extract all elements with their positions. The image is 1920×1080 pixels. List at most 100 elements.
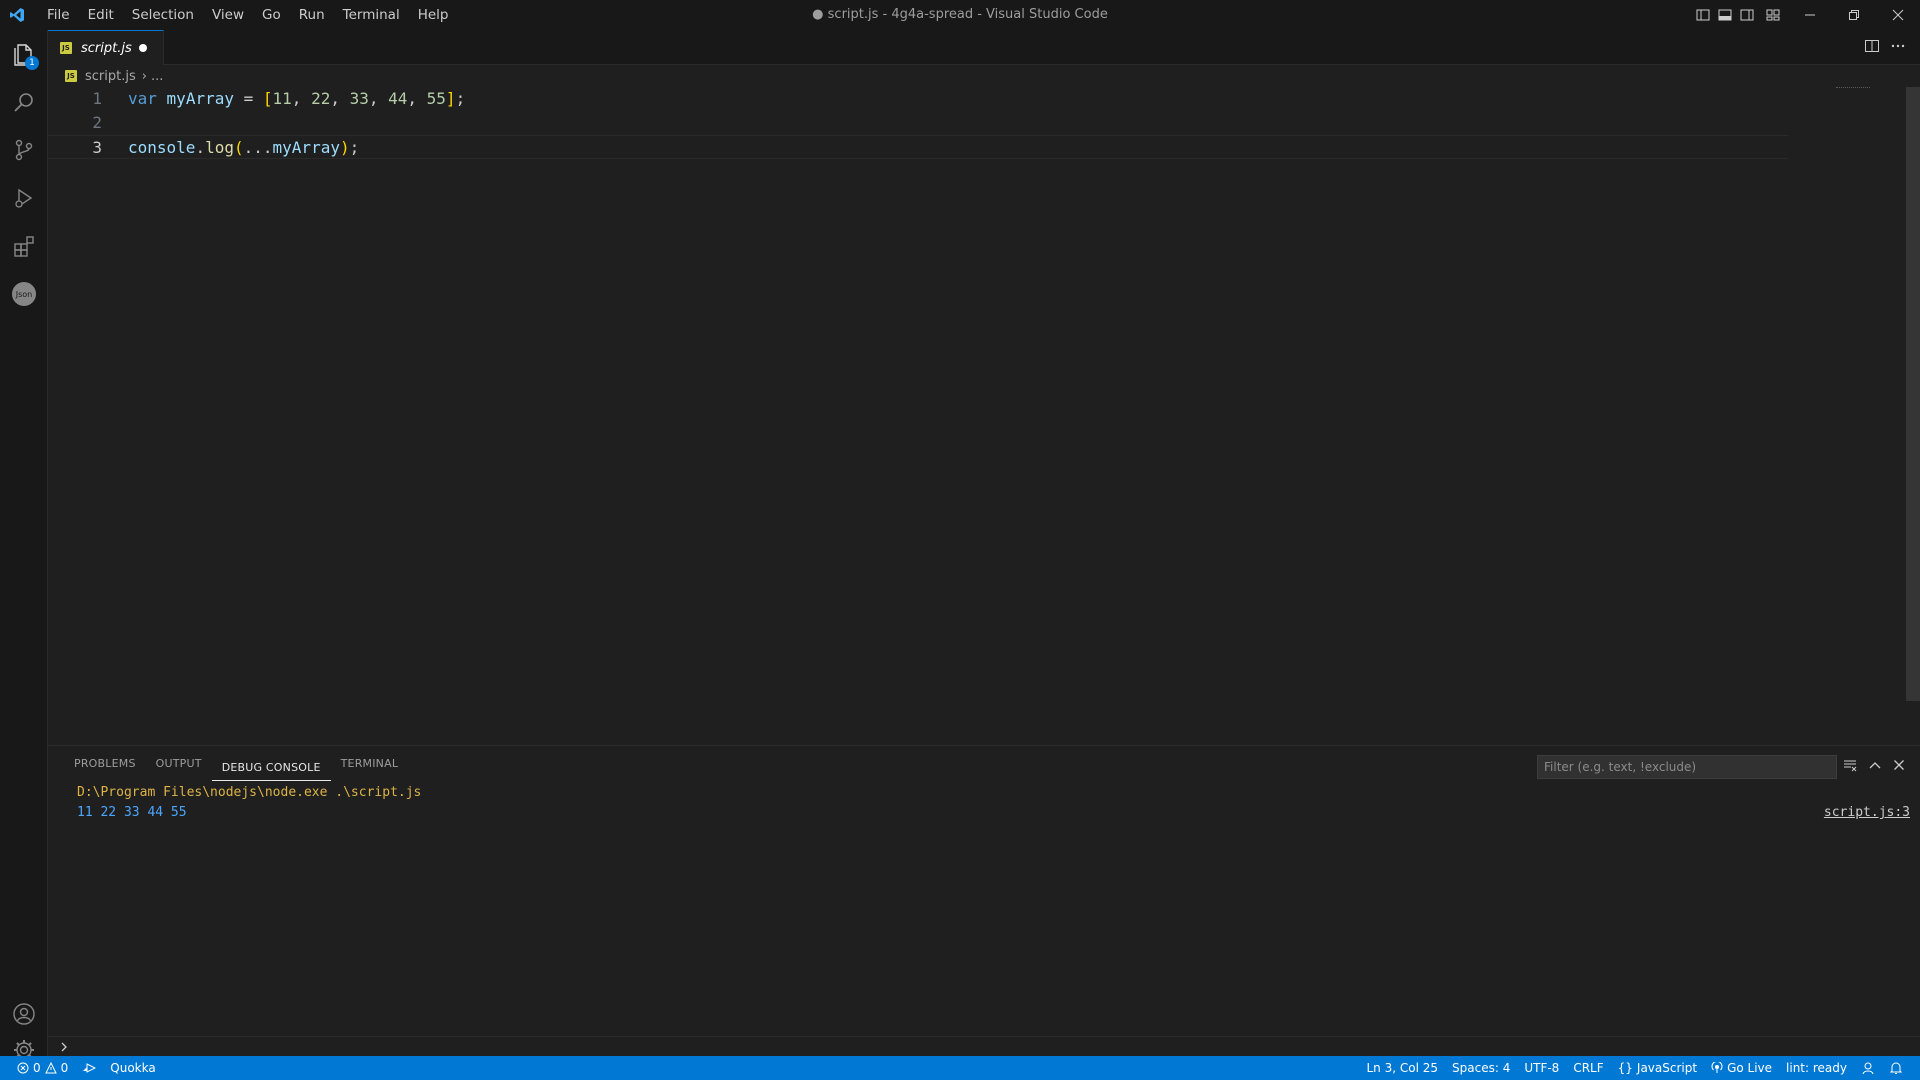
warning-count: 0 xyxy=(60,1061,69,1075)
maximize-panel-icon[interactable] xyxy=(1868,758,1882,776)
code-token: ( xyxy=(233,138,244,157)
javascript-file-icon: JS xyxy=(65,70,77,82)
code-line[interactable]: 2 xyxy=(48,111,1788,135)
code-token: [ xyxy=(262,89,273,108)
title-controls xyxy=(1692,0,1920,30)
encoding[interactable]: UTF-8 xyxy=(1517,1056,1566,1080)
console-filter-input[interactable] xyxy=(1537,755,1837,779)
code-text: console.log(...myArray); xyxy=(128,136,359,160)
remote-status[interactable] xyxy=(75,1056,103,1080)
notifications-bell-icon[interactable] xyxy=(1882,1056,1910,1080)
feedback-icon[interactable] xyxy=(1854,1056,1882,1080)
code-token: 55 xyxy=(426,89,446,108)
language-mode[interactable]: {} JavaScript xyxy=(1611,1056,1704,1080)
menu-edit[interactable]: Edit xyxy=(79,0,123,30)
title-bar: File Edit Selection View Go Run Terminal… xyxy=(0,0,1920,30)
json-icon-label: Json xyxy=(15,290,33,299)
menu-help[interactable]: Help xyxy=(409,0,458,30)
code-token: log xyxy=(205,138,234,157)
code-token: . xyxy=(195,138,206,157)
more-actions-icon[interactable] xyxy=(1890,38,1906,58)
chevron-right-icon: › xyxy=(141,68,147,84)
problems-status[interactable]: 0 0 xyxy=(10,1056,75,1080)
menu-go[interactable]: Go xyxy=(253,0,290,30)
breadcrumb-file[interactable]: script.js xyxy=(85,69,136,84)
javascript-file-icon: JS xyxy=(60,42,72,54)
editor-tab-bar: JS script.js xyxy=(48,30,1920,65)
accounts-icon[interactable] xyxy=(0,990,48,1038)
minimize-icon[interactable] xyxy=(1788,0,1832,30)
braces-icon: {} xyxy=(1617,1061,1633,1075)
close-panel-icon[interactable] xyxy=(1892,758,1906,776)
close-window-icon[interactable] xyxy=(1876,0,1920,30)
search-icon[interactable] xyxy=(0,78,48,126)
chevron-right-icon xyxy=(61,1042,67,1052)
console-source-link[interactable]: script.js:3 xyxy=(1824,803,1910,823)
quokka-status[interactable]: Quokka xyxy=(103,1056,162,1080)
activity-bar: 1 Json xyxy=(0,30,48,1060)
error-count: 0 xyxy=(33,1061,41,1075)
line-number: 2 xyxy=(92,113,102,132)
code-token: , xyxy=(330,89,350,108)
debug-console-input[interactable] xyxy=(48,1036,1920,1057)
tab-output[interactable]: OUTPUT xyxy=(146,746,212,781)
menu-selection[interactable]: Selection xyxy=(123,0,203,30)
tab-debug-console[interactable]: DEBUG CONSOLE xyxy=(211,755,331,781)
code-token: ) xyxy=(339,138,350,157)
status-bar: 0 0 Quokka Ln 3, Col 25 Spaces: 4 UTF-8 … xyxy=(0,1056,1920,1080)
error-icon xyxy=(17,1062,29,1074)
bottom-panel: PROBLEMS OUTPUT DEBUG CONSOLE TERMINAL D… xyxy=(48,745,1920,1056)
line-number: 1 xyxy=(92,89,102,108)
toggle-panel-icon[interactable] xyxy=(1714,0,1736,30)
toggle-primary-sidebar-icon[interactable] xyxy=(1692,0,1714,30)
explorer-badge: 1 xyxy=(25,56,39,70)
tab-problems[interactable]: PROBLEMS xyxy=(64,746,146,781)
breadcrumb: JS script.js › ... xyxy=(48,65,1920,87)
run-debug-icon[interactable] xyxy=(0,174,48,222)
code-token: 44 xyxy=(388,89,408,108)
explorer-icon[interactable]: 1 xyxy=(0,30,48,78)
source-control-icon[interactable] xyxy=(0,126,48,174)
restore-icon[interactable] xyxy=(1832,0,1876,30)
code-editor[interactable]: 1 var myArray = [11, 22, 33, 44, 55]; 2 3 co… xyxy=(48,87,1920,745)
clear-console-icon[interactable] xyxy=(1842,757,1858,777)
vscode-logo-icon xyxy=(0,0,34,30)
toggle-secondary-sidebar-icon[interactable] xyxy=(1736,0,1758,30)
tab-script-js[interactable]: JS script.js xyxy=(48,30,164,65)
extensions-icon[interactable] xyxy=(0,222,48,270)
menu-run[interactable]: Run xyxy=(290,0,334,30)
breadcrumb-symbols[interactable]: ... xyxy=(151,69,163,84)
editor-actions xyxy=(1864,30,1906,65)
code-token: 33 xyxy=(349,89,369,108)
panel-tabs: PROBLEMS OUTPUT DEBUG CONSOLE TERMINAL xyxy=(64,746,408,781)
tab-label: script.js xyxy=(81,40,132,56)
code-token: 22 xyxy=(311,89,331,108)
code-token: ] xyxy=(445,89,456,108)
code-token: console xyxy=(128,138,196,157)
code-token: ; xyxy=(455,89,466,108)
menu-bar: File Edit Selection View Go Run Terminal… xyxy=(38,0,457,30)
unsaved-dot-icon[interactable] xyxy=(139,44,147,52)
go-live-button[interactable]: Go Live xyxy=(1704,1056,1779,1080)
menu-view[interactable]: View xyxy=(203,0,253,30)
console-command-line: D:\Program Files\nodejs\node.exe .\scrip… xyxy=(77,785,422,800)
lint-status[interactable]: lint: ready xyxy=(1779,1056,1854,1080)
json-extension-icon[interactable]: Json xyxy=(0,270,48,318)
indentation[interactable]: Spaces: 4 xyxy=(1445,1056,1517,1080)
code-token: ; xyxy=(349,138,360,157)
split-editor-icon[interactable] xyxy=(1864,38,1880,58)
tab-terminal[interactable]: TERMINAL xyxy=(331,746,409,781)
cursor-position[interactable]: Ln 3, Col 25 xyxy=(1360,1056,1446,1080)
code-line[interactable]: 3 console.log(...myArray); xyxy=(48,135,1788,159)
menu-terminal[interactable]: Terminal xyxy=(334,0,409,30)
customize-layout-icon[interactable] xyxy=(1758,0,1788,30)
minimap-preview[interactable] xyxy=(1836,87,1870,89)
code-token: = xyxy=(233,89,263,108)
code-token: myArray xyxy=(166,89,234,108)
code-line[interactable]: 1 var myArray = [11, 22, 33, 44, 55]; xyxy=(48,87,1788,111)
code-token: , xyxy=(407,89,427,108)
code-token: 11 xyxy=(272,89,292,108)
line-endings[interactable]: CRLF xyxy=(1566,1056,1610,1080)
editor-scrollbar[interactable] xyxy=(1906,87,1920,701)
menu-file[interactable]: File xyxy=(38,0,79,30)
